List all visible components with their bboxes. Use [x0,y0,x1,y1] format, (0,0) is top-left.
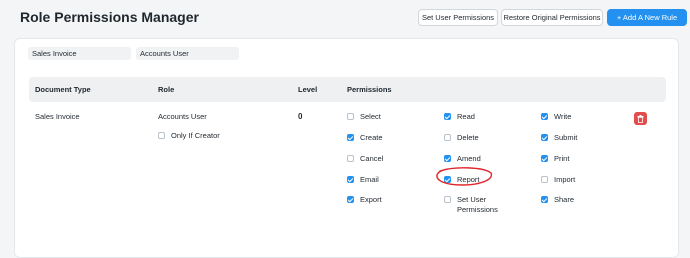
permission-create-checkbox[interactable] [347,134,354,141]
header-document-type: Document Type [35,85,91,94]
permission-share-label: Share [554,195,575,204]
permission-email[interactable]: Email [347,175,414,185]
permission-read-checkbox[interactable] [444,113,451,120]
row-document-type: Sales Invoice [35,112,80,121]
permission-cancel-checkbox[interactable] [347,155,354,162]
table-header: Document Type Role Level Permissions [29,77,666,102]
set-user-permissions-button[interactable]: Set User Permissions [418,9,498,26]
permission-print-label: Print [554,154,570,163]
permission-create-label: Create [360,133,383,142]
permission-share-checkbox[interactable] [541,196,548,203]
permission-create[interactable]: Create [347,133,414,143]
permission-select[interactable]: Select [347,112,414,122]
permission-export[interactable]: Export [347,195,414,205]
permission-export-label: Export [360,195,382,204]
permission-delete-label: Delete [457,133,479,142]
permission-set-user-permissions[interactable]: Set User Permissions [444,195,511,215]
permission-amend-label: Amend [457,154,481,163]
permission-read-label: Read [457,112,475,121]
page-title: Role Permissions Manager [20,9,199,25]
permission-import-label: Import [554,175,576,184]
permission-submit-label: Submit [554,133,578,142]
permission-email-label: Email [360,175,379,184]
header-permissions: Permissions [347,85,392,94]
permission-write-checkbox[interactable] [541,113,548,120]
permission-write-label: Write [554,112,572,121]
permission-print[interactable]: Print [541,154,608,164]
permission-import[interactable]: Import [541,175,608,185]
permission-select-checkbox[interactable] [347,113,354,120]
permission-amend[interactable]: Amend [444,154,511,164]
permission-set-user-permissions-checkbox[interactable] [444,196,451,203]
permission-email-checkbox[interactable] [347,176,354,183]
permission-cancel[interactable]: Cancel [347,154,414,164]
restore-original-permissions-button[interactable]: Restore Original Permissions [501,9,603,26]
permission-submit-checkbox[interactable] [541,134,548,141]
permission-select-label: Select [360,112,381,121]
permission-amend-checkbox[interactable] [444,155,451,162]
permission-import-checkbox[interactable] [541,176,548,183]
permission-set-user-permissions-label: Set User Permissions [457,195,498,214]
role-filter[interactable]: Accounts User [136,47,239,60]
permission-delete[interactable]: Delete [444,133,511,143]
permission-print-checkbox[interactable] [541,155,548,162]
add-new-rule-button[interactable]: + Add A New Rule [607,9,687,26]
delete-rule-button[interactable] [634,112,647,125]
row-level: 0 [298,112,303,121]
only-if-creator-option[interactable]: Only If Creator [158,131,220,141]
header-level: Level [298,85,318,94]
trash-icon [637,114,644,123]
row-role: Accounts User [158,112,207,121]
permission-read[interactable]: Read [444,112,511,122]
only-if-creator-label: Only If Creator [171,131,220,140]
report-highlight-circle [436,167,493,186]
permission-export-checkbox[interactable] [347,196,354,203]
permission-cancel-label: Cancel [360,154,384,163]
only-if-creator-checkbox[interactable] [158,132,165,139]
permission-share[interactable]: Share [541,195,608,205]
header-role: Role [158,85,175,94]
permission-delete-checkbox[interactable] [444,134,451,141]
permission-submit[interactable]: Submit [541,133,608,143]
permission-write[interactable]: Write [541,112,608,122]
permissions-card: Sales Invoice Accounts User Document Typ… [14,38,679,258]
doctype-filter[interactable]: Sales Invoice [28,47,131,60]
